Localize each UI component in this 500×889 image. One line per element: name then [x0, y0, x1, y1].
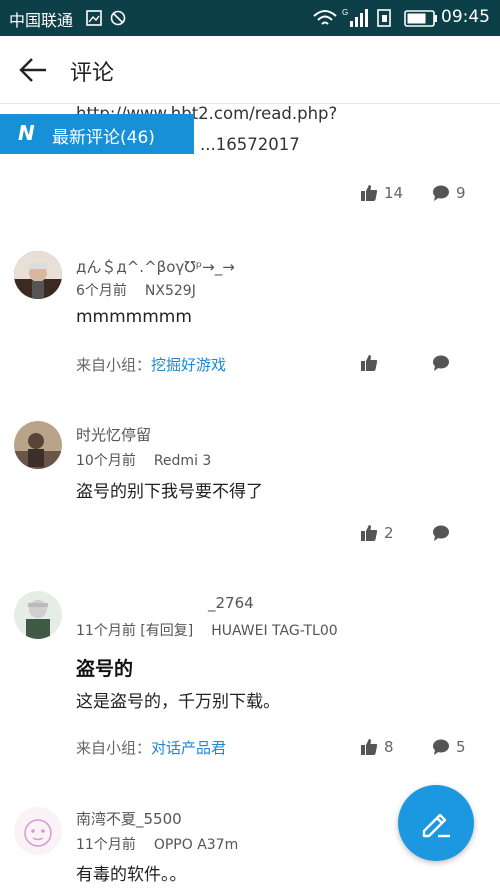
thumbs-up-icon — [361, 355, 378, 371]
comment-username[interactable]: 南湾不夏_5500 — [76, 808, 182, 829]
thumbs-up-icon — [361, 739, 378, 755]
no-disturb-icon — [110, 10, 126, 26]
wifi-icon — [313, 10, 337, 25]
avatar-image — [14, 251, 62, 299]
avatar[interactable] — [14, 421, 62, 469]
image-notification-icon — [86, 10, 102, 26]
comment-list[interactable]: http://www.hbt2.com/read.php? ...1657201… — [0, 104, 500, 889]
write-comment-button[interactable] — [398, 785, 474, 861]
comment-time: 10个月前 — [76, 453, 136, 469]
comment-time: 6个月前 — [76, 283, 127, 299]
avatar[interactable] — [14, 807, 62, 855]
avatar[interactable] — [14, 591, 62, 639]
back-arrow-icon[interactable] — [18, 56, 48, 84]
latest-comments-badge[interactable]: N 最新评论(46) — [0, 114, 194, 154]
thumbs-up-icon — [361, 185, 378, 201]
comment-meta: 6个月前 NX529J — [76, 280, 196, 300]
clock: 09:45 — [441, 7, 490, 27]
avatar-image — [14, 421, 62, 469]
battery-icon — [404, 10, 437, 27]
comment-text: 这是盗号的，千万别下载。 — [76, 692, 280, 712]
status-bar: 中国联通 G 09:45 — [0, 0, 500, 36]
group-link[interactable]: 挖掘好游戏 — [151, 356, 226, 374]
app-header: 评论 — [0, 36, 500, 104]
comment-username[interactable]: _2764 — [208, 594, 254, 612]
edit-pencil-icon — [422, 813, 450, 838]
like-count: 14 — [384, 184, 404, 202]
comment-bubble-icon — [433, 739, 449, 755]
comment-bubble-icon — [433, 185, 449, 201]
comment-title: 盗号的 — [76, 658, 134, 680]
comment-bubble-icon — [433, 355, 449, 371]
comment-device: NX529J — [144, 283, 196, 299]
comment-text: 有毒的软件。。 — [76, 865, 187, 885]
svg-text:G: G — [342, 8, 348, 17]
badge-label: 最新评论(46) — [52, 128, 155, 148]
comment-device: HUAWEI TAG-TL00 — [211, 623, 338, 639]
signal-icon: G — [342, 8, 368, 27]
comment-time: 11个月前 [有回复] — [76, 623, 194, 639]
from-group-prefix: 来自小组： — [76, 739, 152, 757]
group-link[interactable]: 对话产品君 — [151, 739, 226, 757]
comment-group: 来自小组：对话产品君 — [76, 737, 226, 758]
comment-group: 来自小组：挖掘好游戏 — [76, 354, 226, 375]
reply-count: 5 — [456, 738, 466, 756]
avatar-image — [14, 591, 62, 639]
comment-text: 盗号的别下我号要不得了 — [76, 482, 263, 502]
from-group-prefix: 来自小组： — [76, 356, 152, 374]
like-count: 8 — [384, 738, 394, 756]
comment-meta: 11个月前 OPPO A37m — [76, 834, 238, 854]
comment-text: mmmmmmm — [76, 307, 192, 327]
comment-username[interactable]: дん＄д^.^βογ℧ᵖ→_→ — [76, 256, 235, 277]
avatar[interactable] — [14, 251, 62, 299]
previous-comment-line2: ...16572017 — [200, 135, 300, 154]
comment-device: OPPO A37m — [153, 837, 239, 853]
thumbs-up-icon — [361, 525, 378, 541]
badge-letter: N — [18, 121, 35, 145]
comment-meta: 11个月前 [有回复] HUAWEI TAG-TL00 — [76, 620, 338, 640]
comment-device: Redmi 3 — [153, 453, 212, 469]
comment-username[interactable]: 时光忆停留 — [76, 424, 151, 445]
comment-bubble-icon — [433, 525, 449, 541]
sim-icon — [377, 9, 391, 27]
reply-count: 9 — [456, 184, 466, 202]
comment-meta: 10个月前 Redmi 3 — [76, 450, 211, 470]
avatar-image — [14, 807, 62, 855]
like-count: 2 — [384, 524, 394, 542]
comment-time: 11个月前 — [76, 837, 136, 853]
page-title: 评论 — [70, 61, 115, 86]
carrier-label: 中国联通 — [9, 11, 74, 30]
